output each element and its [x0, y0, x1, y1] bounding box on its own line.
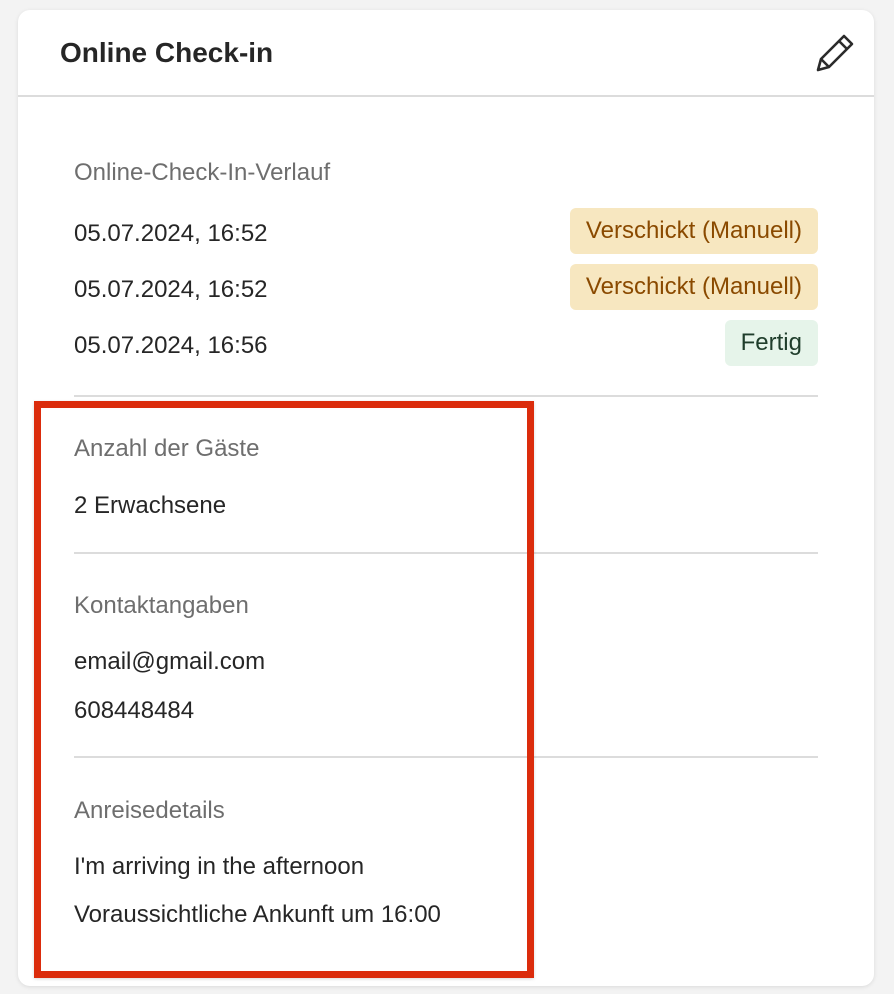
divider — [74, 395, 818, 397]
contact-phone: 608448484 — [74, 697, 195, 724]
card-title: Online Check-in — [60, 37, 274, 68]
history-timestamp: 05.07.2024, 16:56 — [74, 332, 268, 359]
guests-value: 2 Erwachsene — [74, 492, 227, 519]
pencil-icon — [816, 34, 854, 72]
guests-label: Anzahl der Gäste — [74, 435, 260, 462]
divider — [74, 552, 818, 554]
edit-button[interactable] — [808, 28, 860, 80]
card-header: Online Check-in — [18, 10, 874, 97]
divider — [74, 756, 818, 758]
arrival-eta: Voraussichtliche Ankunft um 16:00 — [74, 901, 441, 928]
arrival-label: Anreisedetails — [74, 797, 225, 824]
history-timestamp: 05.07.2024, 16:52 — [74, 276, 268, 303]
contact-label: Kontaktangaben — [74, 592, 249, 619]
history-label: Online-Check-In-Verlauf — [74, 159, 331, 186]
contact-email: email@gmail.com — [74, 648, 266, 675]
status-badge: Verschickt (Manuell) — [569, 264, 818, 310]
history-timestamp: 05.07.2024, 16:52 — [74, 220, 268, 247]
arrival-note: I'm arriving in the afternoon — [74, 853, 365, 880]
status-badge: Verschickt (Manuell) — [569, 208, 818, 254]
online-checkin-card: Online Check-in Online-Check-In-Verlauf … — [18, 10, 874, 986]
status-badge: Fertig — [724, 320, 818, 366]
